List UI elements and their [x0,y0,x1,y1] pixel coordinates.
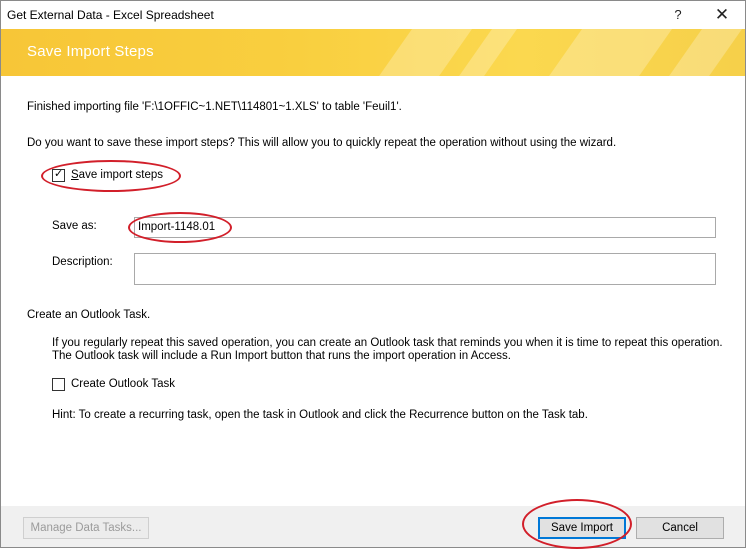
banner-decoration [532,29,680,76]
manage-data-tasks-button[interactable]: Manage Data Tasks... [23,517,149,539]
description-input[interactable] [134,253,716,285]
hint-text: Hint: To create a recurring task, open t… [52,409,588,421]
outlook-section-title: Create an Outlook Task. [27,309,151,321]
annotation-ellipse [128,212,232,243]
create-outlook-task-checkbox[interactable] [52,378,65,391]
finished-import-text: Finished importing file 'F:\1OFFIC~1.NET… [27,101,402,113]
help-icon[interactable]: ? [661,3,695,27]
title-bar: Get External Data - Excel Spreadsheet ? … [1,1,745,29]
main-content: Finished importing file 'F:\1OFFIC~1.NET… [1,76,745,506]
outlook-info-line1: If you regularly repeat this saved opera… [52,337,723,349]
annotation-ellipse [522,499,632,549]
close-icon[interactable]: ✕ [705,3,739,27]
banner-title: Save Import Steps [27,43,154,60]
window-title: Get External Data - Excel Spreadsheet [7,8,214,22]
outlook-info-line2: The Outlook task will include a Run Impo… [52,350,511,362]
cancel-button[interactable]: Cancel [636,517,724,539]
save-as-label: Save as: [52,220,97,232]
import-dialog-window: Get External Data - Excel Spreadsheet ? … [0,0,746,549]
description-label: Description: [52,256,113,268]
create-outlook-task-label[interactable]: Create Outlook Task [71,378,175,390]
save-question-text: Do you want to save these import steps? … [27,137,617,149]
header-banner: Save Import Steps [1,29,745,76]
banner-decoration [362,29,480,76]
dialog-footer: Manage Data Tasks... Save Import Cancel [1,499,745,549]
annotation-ellipse [41,160,181,192]
